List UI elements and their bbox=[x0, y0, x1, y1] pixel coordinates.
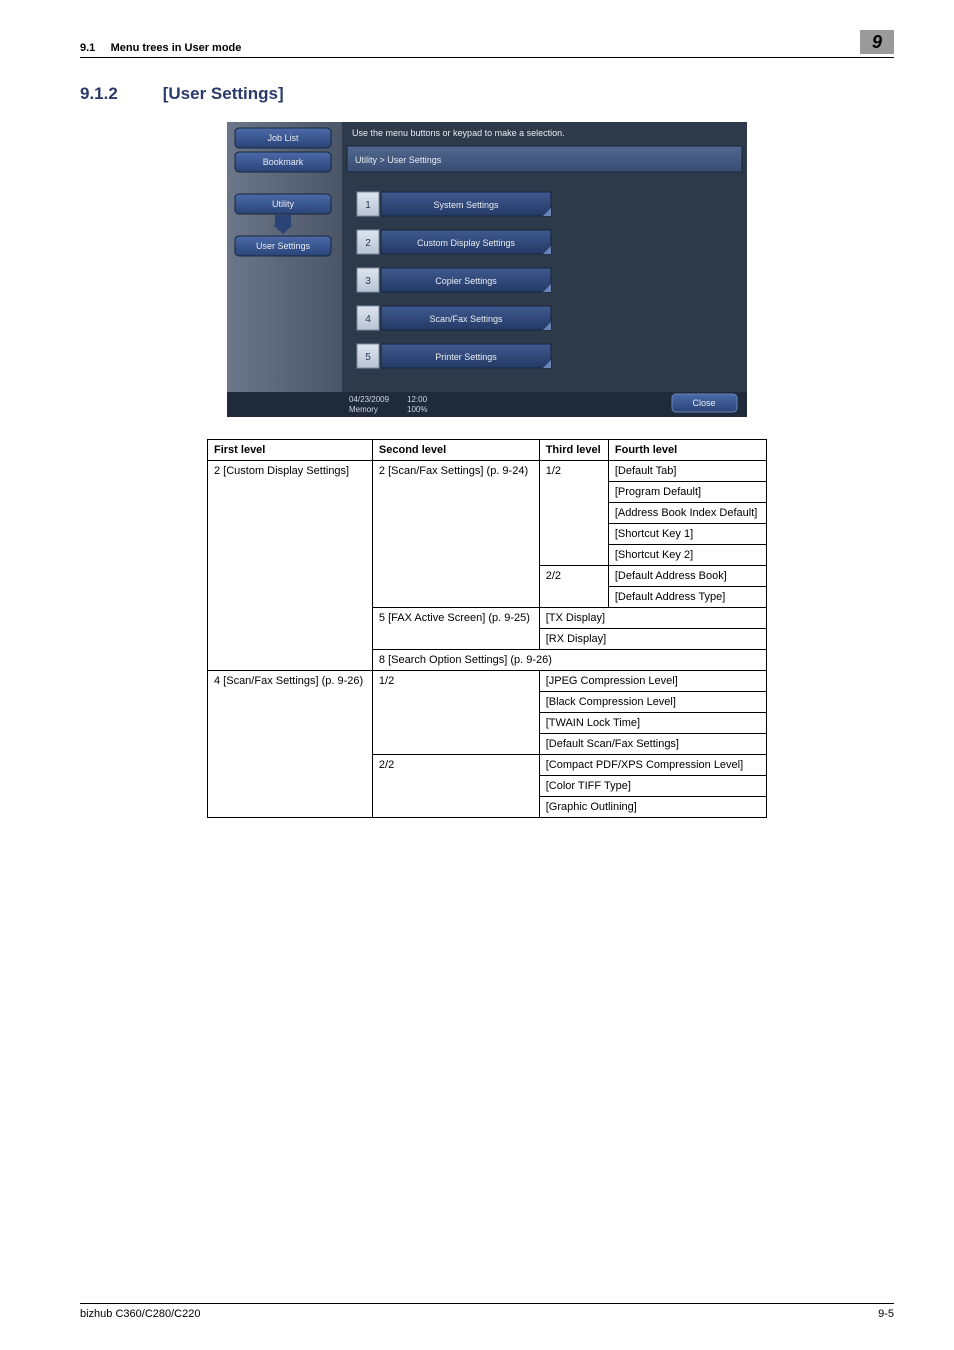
svg-text:System Settings: System Settings bbox=[433, 200, 499, 210]
cell-first-1: 2 [Custom Display Settings] bbox=[208, 461, 373, 671]
cell-third-b: [Program Default] bbox=[608, 482, 766, 503]
svg-text:User Settings: User Settings bbox=[256, 241, 311, 251]
svg-text:4: 4 bbox=[365, 314, 371, 325]
footer-right: 9-5 bbox=[878, 1308, 894, 1320]
svg-text:Job List: Job List bbox=[267, 133, 299, 143]
svg-text:Close: Close bbox=[692, 398, 715, 408]
header-section-title: Menu trees in User mode bbox=[111, 42, 242, 54]
menu-item-5[interactable]: 5 Printer Settings bbox=[357, 344, 551, 368]
tab-utility[interactable]: Utility bbox=[235, 194, 331, 214]
section-number: 9.1.2 bbox=[80, 84, 158, 104]
cell-second-1: 2 [Scan/Fax Settings] (p. 9-24) bbox=[372, 461, 539, 608]
tab-user-settings[interactable]: User Settings bbox=[235, 236, 331, 256]
cell-third-e: [Shortcut Key 2] bbox=[608, 545, 766, 566]
footer-mem-val: 100% bbox=[407, 405, 427, 414]
cell-second-2: 5 [FAX Active Screen] (p. 9-25) bbox=[372, 608, 539, 650]
page-footer: bizhub C360/C280/C220 9-5 bbox=[80, 1303, 894, 1320]
th-third: Third level bbox=[539, 440, 608, 461]
page-header: 9.1 Menu trees in User mode 9 bbox=[80, 30, 894, 58]
cell-4d: [Default Scan/Fax Settings] bbox=[539, 734, 766, 755]
cell-4f: [Color TIFF Type] bbox=[539, 776, 766, 797]
cell-third-f: [Default Address Book] bbox=[608, 566, 766, 587]
utility-screenshot: Use the menu buttons or keypad to make a… bbox=[227, 122, 747, 417]
cell-4a: [JPEG Compression Level] bbox=[539, 671, 766, 692]
cell-second-page1: 1/2 bbox=[372, 671, 539, 755]
cell-4g: [Graphic Outlining] bbox=[539, 797, 766, 818]
svg-text:Copier Settings: Copier Settings bbox=[435, 276, 497, 286]
hint-text: Use the menu buttons or keypad to make a… bbox=[352, 128, 565, 138]
cell-third-page1: 1/2 bbox=[539, 461, 608, 566]
tab-job-list[interactable]: Job List bbox=[235, 128, 331, 148]
cell-third-c: [Address Book Index Default] bbox=[608, 503, 766, 524]
th-first: First level bbox=[208, 440, 373, 461]
cell-4e: [Compact PDF/XPS Compression Level] bbox=[539, 755, 766, 776]
svg-text:5: 5 bbox=[365, 352, 371, 363]
close-button[interactable]: Close bbox=[672, 394, 737, 412]
cell-rx: [RX Display] bbox=[539, 629, 766, 650]
svg-text:Bookmark: Bookmark bbox=[263, 157, 304, 167]
cell-first-2: 4 [Scan/Fax Settings] (p. 9-26) bbox=[208, 671, 373, 818]
chapter-badge: 9 bbox=[860, 30, 894, 54]
cell-third-d: [Shortcut Key 1] bbox=[608, 524, 766, 545]
menu-item-3[interactable]: 3 Copier Settings bbox=[357, 268, 551, 292]
breadcrumb: Utility > User Settings bbox=[355, 155, 442, 165]
svg-text:Scan/Fax Settings: Scan/Fax Settings bbox=[429, 314, 503, 324]
th-fourth: Fourth level bbox=[608, 440, 766, 461]
svg-text:2: 2 bbox=[365, 238, 371, 249]
section-heading: 9.1.2 [User Settings] bbox=[80, 84, 894, 104]
th-second: Second level bbox=[372, 440, 539, 461]
cell-second-page2: 2/2 bbox=[372, 755, 539, 818]
menu-item-2[interactable]: 2 Custom Display Settings bbox=[357, 230, 551, 254]
cell-search-opt: 8 [Search Option Settings] (p. 9-26) bbox=[372, 650, 766, 671]
menu-tree-table: First level Second level Third level Fou… bbox=[207, 439, 767, 818]
footer-time: 12:00 bbox=[407, 395, 428, 404]
cell-third-g: [Default Address Type] bbox=[608, 587, 766, 608]
footer-mem-label: Memory bbox=[349, 405, 378, 414]
header-section-number: 9.1 bbox=[80, 42, 95, 54]
cell-4b: [Black Compression Level] bbox=[539, 692, 766, 713]
cell-tx: [TX Display] bbox=[539, 608, 766, 629]
footer-left: bizhub C360/C280/C220 bbox=[80, 1308, 200, 1320]
tab-bookmark[interactable]: Bookmark bbox=[235, 152, 331, 172]
svg-text:Printer Settings: Printer Settings bbox=[435, 352, 497, 362]
svg-text:Utility: Utility bbox=[272, 199, 294, 209]
footer-date: 04/23/2009 bbox=[349, 395, 390, 404]
cell-third-page2: 2/2 bbox=[539, 566, 608, 608]
menu-item-4[interactable]: 4 Scan/Fax Settings bbox=[357, 306, 551, 330]
cell-4c: [TWAIN Lock Time] bbox=[539, 713, 766, 734]
section-title: [User Settings] bbox=[163, 84, 284, 103]
svg-text:1: 1 bbox=[365, 200, 371, 211]
svg-text:Custom Display Settings: Custom Display Settings bbox=[417, 238, 516, 248]
cell-third-a: [Default Tab] bbox=[608, 461, 766, 482]
svg-text:3: 3 bbox=[365, 276, 371, 287]
menu-item-1[interactable]: 1 System Settings bbox=[357, 192, 551, 216]
